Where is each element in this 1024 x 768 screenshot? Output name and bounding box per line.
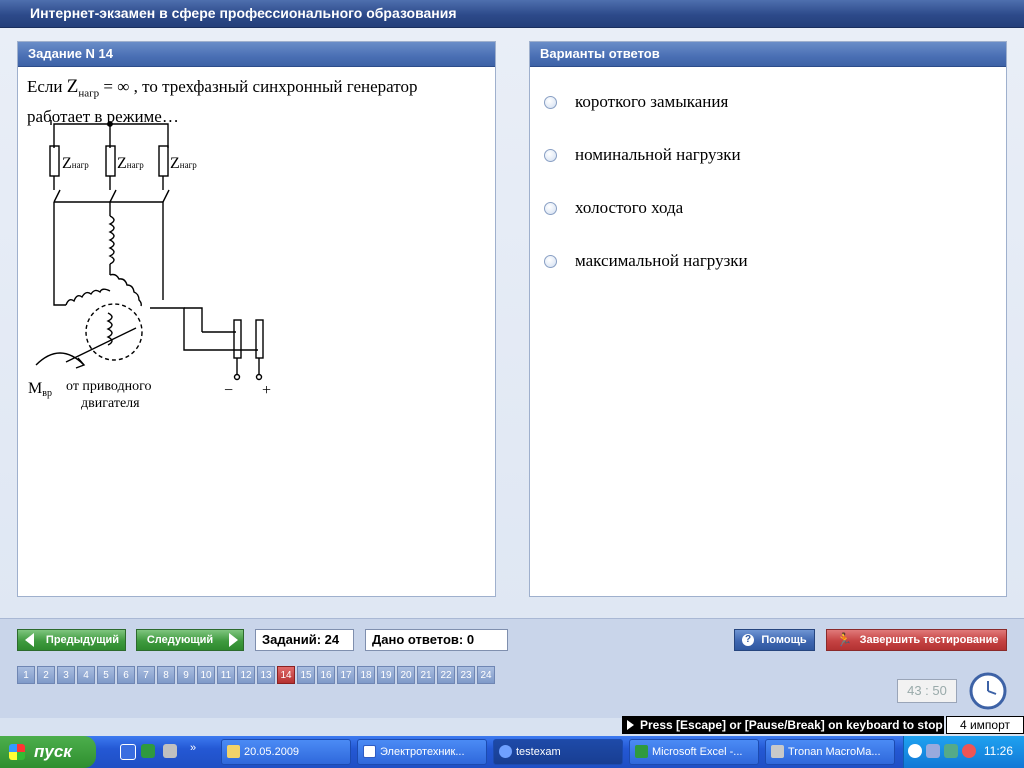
answers-panel: Варианты ответов короткого замыкания ном… (529, 41, 1007, 597)
answer-option-2[interactable]: номинальной нагрузки (544, 143, 748, 167)
excel-icon[interactable] (141, 744, 155, 758)
word-icon (363, 745, 376, 758)
title-bar: Интернет-экзамен в сфере профессионально… (0, 0, 1024, 28)
question-mid: = ∞ , то трехфазный синхронный генератор (99, 77, 418, 96)
page-button-6[interactable]: 6 (117, 666, 135, 684)
page-button-7[interactable]: 7 (137, 666, 155, 684)
answers-count: Дано ответов: 0 (365, 629, 508, 651)
arrow-right-icon (229, 633, 238, 647)
ie-icon[interactable] (120, 744, 136, 760)
answer-option-1[interactable]: короткого замыкания (544, 90, 748, 114)
z-sub: нагр (78, 87, 100, 100)
bmp-icon[interactable] (163, 744, 177, 758)
finish-test-button[interactable]: 🏃 Завершить тестирование (826, 629, 1007, 651)
taskbar-item-macro[interactable]: Tronan MacroMa... (765, 739, 895, 765)
arrow-left-icon (25, 633, 34, 647)
page-button-11[interactable]: 11 (217, 666, 235, 684)
question-prefix: Если (27, 77, 63, 96)
page-button-20[interactable]: 20 (397, 666, 415, 684)
drive-label-2: двигателя (81, 396, 140, 411)
antivirus-icon[interactable] (962, 744, 976, 758)
page-button-10[interactable]: 10 (197, 666, 215, 684)
page-button-17[interactable]: 17 (337, 666, 355, 684)
generator-diagram: Zнагр Zнагр Zнагр Mвр от приводного двиг… (28, 120, 271, 411)
answer-option-4[interactable]: максимальной нагрузки (544, 249, 748, 273)
radio-icon[interactable] (544, 254, 557, 268)
taskbar: пуск » 20.05.2009 Электротехник... teste… (0, 736, 1024, 768)
task-panel: Задание N 14 Если Zнагр = ∞ , то трехфаз… (17, 41, 496, 597)
windows-logo-icon (9, 744, 25, 760)
page-button-23[interactable]: 23 (457, 666, 475, 684)
page-button-21[interactable]: 21 (417, 666, 435, 684)
answer-option-3[interactable]: холостого хода (544, 196, 748, 220)
question-pager: 1 2 3 4 5 6 7 8 9 10 11 12 13 14 15 16 17 18 19 20 21 22 23 24 (17, 666, 497, 684)
play-tray-icon[interactable] (926, 744, 940, 758)
testexam-icon (499, 745, 512, 758)
answers-header: Варианты ответов (530, 42, 1006, 67)
help-button[interactable]: ? Помощь (734, 629, 815, 651)
radio-icon[interactable] (544, 148, 557, 162)
chevron-icon[interactable]: » (190, 742, 196, 754)
page-button-18[interactable]: 18 (357, 666, 375, 684)
taskbar-item-word[interactable]: Электротехник... (357, 739, 487, 765)
page-button-14[interactable]: 14 (277, 666, 295, 684)
page-button-8[interactable]: 8 (157, 666, 175, 684)
folder-icon (227, 745, 240, 758)
page-button-19[interactable]: 19 (377, 666, 395, 684)
escape-hint: Press [Escape] or [Pause/Break] on keybo… (622, 716, 944, 734)
page-button-9[interactable]: 9 (177, 666, 195, 684)
taskbar-item-folder[interactable]: 20.05.2009 (221, 739, 351, 765)
excel-icon (635, 745, 648, 758)
page-button-13[interactable]: 13 (257, 666, 275, 684)
tasks-count: Заданий: 24 (255, 629, 354, 651)
question-icon: ? (742, 634, 754, 646)
start-button[interactable]: пуск (0, 736, 96, 768)
import-badge: 4 импорт (946, 716, 1024, 734)
page-button-24[interactable]: 24 (477, 666, 495, 684)
timer: 43 : 50 (897, 679, 957, 703)
page-button-12[interactable]: 12 (237, 666, 255, 684)
macro-icon (771, 745, 784, 758)
system-tray: 11:26 (903, 736, 1024, 768)
radio-icon[interactable] (544, 95, 557, 109)
load-label-1: Zнагр (62, 155, 89, 172)
tray-arrow-icon[interactable] (908, 744, 922, 758)
answer-list: короткого замыкания номинальной нагрузки… (544, 90, 748, 302)
network-icon[interactable] (944, 744, 958, 758)
page-button-15[interactable]: 15 (297, 666, 315, 684)
clock-time: 11:26 (983, 744, 1013, 758)
page-button-2[interactable]: 2 (37, 666, 55, 684)
load-label-2: Zнагр (117, 155, 144, 172)
answer-text: номинальной нагрузки (575, 145, 741, 164)
taskbar-item-testexam[interactable]: testexam (493, 739, 623, 765)
answer-text: короткого замыкания (575, 92, 729, 111)
task-header: Задание N 14 (18, 42, 495, 67)
radio-icon[interactable] (544, 201, 557, 215)
minus-terminal: − (224, 382, 233, 399)
page-button-22[interactable]: 22 (437, 666, 455, 684)
torque-label: Mвр (28, 380, 52, 399)
page-button-16[interactable]: 16 (317, 666, 335, 684)
taskbar-item-excel[interactable]: Microsoft Excel -... (629, 739, 759, 765)
clock-icon (969, 672, 1007, 710)
next-button[interactable]: Следующий (136, 629, 244, 651)
answer-text: холостого хода (575, 198, 684, 217)
plus-terminal: + (262, 382, 271, 399)
answer-text: максимальной нагрузки (575, 251, 748, 270)
play-icon (627, 720, 634, 730)
bottom-bar: Предыдущий Следующий Заданий: 24 Дано от… (0, 618, 1024, 718)
page-button-3[interactable]: 3 (57, 666, 75, 684)
page-button-5[interactable]: 5 (97, 666, 115, 684)
load-label-3: Zнагр (170, 155, 197, 172)
drive-label-1: от приводного (66, 379, 152, 394)
page-button-1[interactable]: 1 (17, 666, 35, 684)
runner-icon: 🏃 (836, 632, 853, 647)
window-title: Интернет-экзамен в сфере профессионально… (30, 5, 457, 21)
z-symbol: Z (66, 76, 79, 97)
previous-button[interactable]: Предыдущий (17, 629, 126, 651)
page-button-4[interactable]: 4 (77, 666, 95, 684)
